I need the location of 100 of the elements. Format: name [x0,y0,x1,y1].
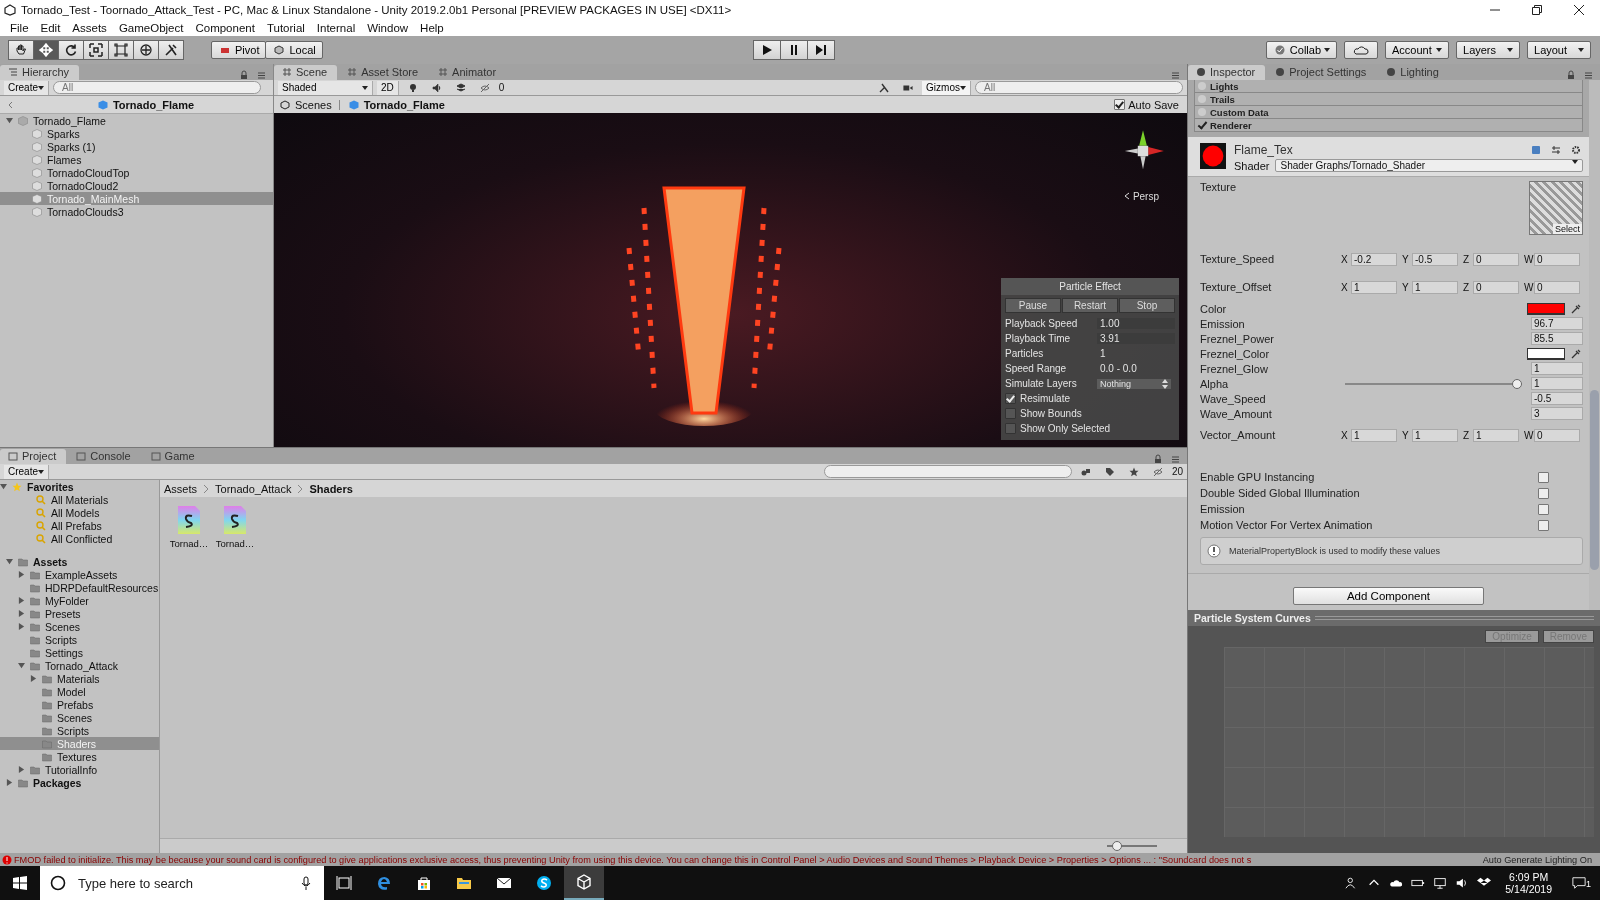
local-button[interactable]: Local [265,41,323,59]
hierarchy-item[interactable]: Sparks (1) [0,140,273,153]
value-field[interactable]: -0.5 [1531,392,1583,405]
folder-item[interactable]: Scripts [0,724,159,737]
folder-icon[interactable] [456,875,472,891]
zoom-slider-thumb[interactable] [1112,841,1122,851]
tool-button[interactable] [8,40,34,60]
value-field[interactable]: 85.5 [1531,332,1583,345]
favorite-search-item[interactable]: All Conflicted [0,532,159,545]
windows-logo-icon[interactable] [12,875,28,891]
foldout-icon[interactable] [18,766,25,773]
taskbar-search-field[interactable]: Type here to search [40,866,324,900]
hierarchy-item[interactable]: Tornado_Flame [0,114,273,127]
menu-item[interactable]: GameObject [112,22,190,34]
menu-item[interactable]: Edit [34,22,67,34]
shader-file-icon[interactable] [177,505,201,535]
favorites-item[interactable]: Favorites [0,480,159,493]
module-header[interactable]: Custom Data [1194,106,1583,119]
eyedropper-icon[interactable] [1571,348,1581,359]
folder-item[interactable]: Textures [0,750,159,763]
hierarchy-item[interactable]: TornadoCloud2 [0,179,273,192]
speaker-icon[interactable] [431,82,442,93]
value-field[interactable]: 1.00 [1097,318,1175,329]
file-name[interactable]: Tornad… [215,538,255,549]
vector-field[interactable]: 0 [1534,252,1580,266]
value-field[interactable]: 1 [1531,362,1583,375]
tool-button[interactable] [83,40,109,60]
module-header[interactable]: Lights [1194,80,1583,93]
texture-slot[interactable]: Select [1529,181,1583,235]
menu-item[interactable]: Assets [66,22,113,34]
playback-button[interactable]: Pause [1005,298,1061,313]
folder-item[interactable]: Scenes [0,620,159,633]
option-checkbox[interactable] [1538,487,1549,499]
option-checkbox[interactable] [1005,408,1016,419]
vector-field[interactable]: 1 [1351,280,1397,294]
menu-item[interactable]: Internal [310,22,362,34]
foldout-icon[interactable] [0,483,7,490]
menu-icon[interactable] [1169,70,1179,80]
breadcrumb-item[interactable]: Assets [164,482,197,495]
vector-field[interactable]: 1 [1412,428,1458,442]
create-button[interactable]: Create [4,80,49,95]
inspector-tab[interactable]: Project Settings [1267,65,1377,80]
help-icon[interactable] [1531,145,1541,155]
create-button[interactable]: Create [4,464,49,479]
unity-taskbar-button[interactable] [564,866,604,900]
lock-icon[interactable] [1153,454,1163,464]
favorite-search-item[interactable]: All Prefabs [0,519,159,532]
folder-item[interactable]: Scenes [0,711,159,724]
slider-thumb[interactable] [1511,378,1522,389]
vector-field[interactable]: 0 [1534,280,1580,294]
foldout-icon[interactable] [18,623,25,630]
menu-icon[interactable] [1582,70,1592,80]
tool-button[interactable] [33,40,59,60]
folder-item[interactable]: Assets [0,555,159,568]
auto-save-checkbox[interactable] [1114,99,1126,110]
2d-toggle[interactable]: 2D [377,80,399,95]
inspector-tab[interactable]: Inspector [1188,65,1266,80]
project-tab[interactable]: Project [0,449,67,464]
value-field[interactable]: 96.7 [1531,317,1583,330]
tools-icon[interactable] [879,82,890,93]
skype-icon[interactable] [536,875,552,891]
folder-item[interactable]: Model [0,685,159,698]
file-name[interactable]: Tornad… [169,538,209,549]
search-field[interactable] [823,465,1072,478]
layout-button[interactable]: Layout [1527,41,1591,59]
module-toggle[interactable] [1198,82,1206,90]
folder-item[interactable]: TutorialInfo [0,763,159,776]
menu-icon[interactable] [255,70,265,80]
menu-icon[interactable] [1169,454,1179,464]
foldout-icon[interactable] [18,597,25,604]
vector-field[interactable]: 0 [1473,252,1519,266]
folder-item[interactable]: Presets [0,607,159,620]
step-button[interactable] [807,40,836,60]
tool-button[interactable] [133,40,159,60]
search-field[interactable]: All [53,81,261,94]
vector-field[interactable]: 1 [1412,280,1458,294]
shader-file-icon[interactable] [223,505,247,535]
hierarchy-item[interactable]: Sparks [0,127,273,140]
menu-item[interactable]: Window [361,22,415,34]
edge-browser-icon[interactable] [376,875,392,891]
task-view-icon[interactable] [336,875,352,891]
sliders-icon[interactable] [1551,145,1561,155]
option-checkbox[interactable] [1538,503,1549,515]
filter-type-icon[interactable] [1080,466,1091,477]
hierarchy-item[interactable]: Flames [0,153,273,166]
scene-tab[interactable]: Animator [430,65,507,80]
pause-button[interactable] [780,40,809,60]
search-field[interactable]: All [975,81,1183,94]
folder-item[interactable]: Materials [0,672,159,685]
project-tab[interactable]: Game [142,449,205,464]
scene-tab[interactable]: Scene [274,65,338,80]
color-swatch[interactable] [1527,302,1565,315]
foldout-icon[interactable] [18,571,25,578]
project-tab[interactable]: Console [68,449,141,464]
vector-field[interactable]: 0 [1534,428,1580,442]
playback-button[interactable]: Stop [1119,298,1175,313]
breadcrumb-item[interactable]: Shaders [309,482,353,495]
module-toggle[interactable] [1198,95,1206,103]
menu-item[interactable]: Tutorial [260,22,311,34]
pivot-button[interactable]: Pivot [211,41,267,59]
